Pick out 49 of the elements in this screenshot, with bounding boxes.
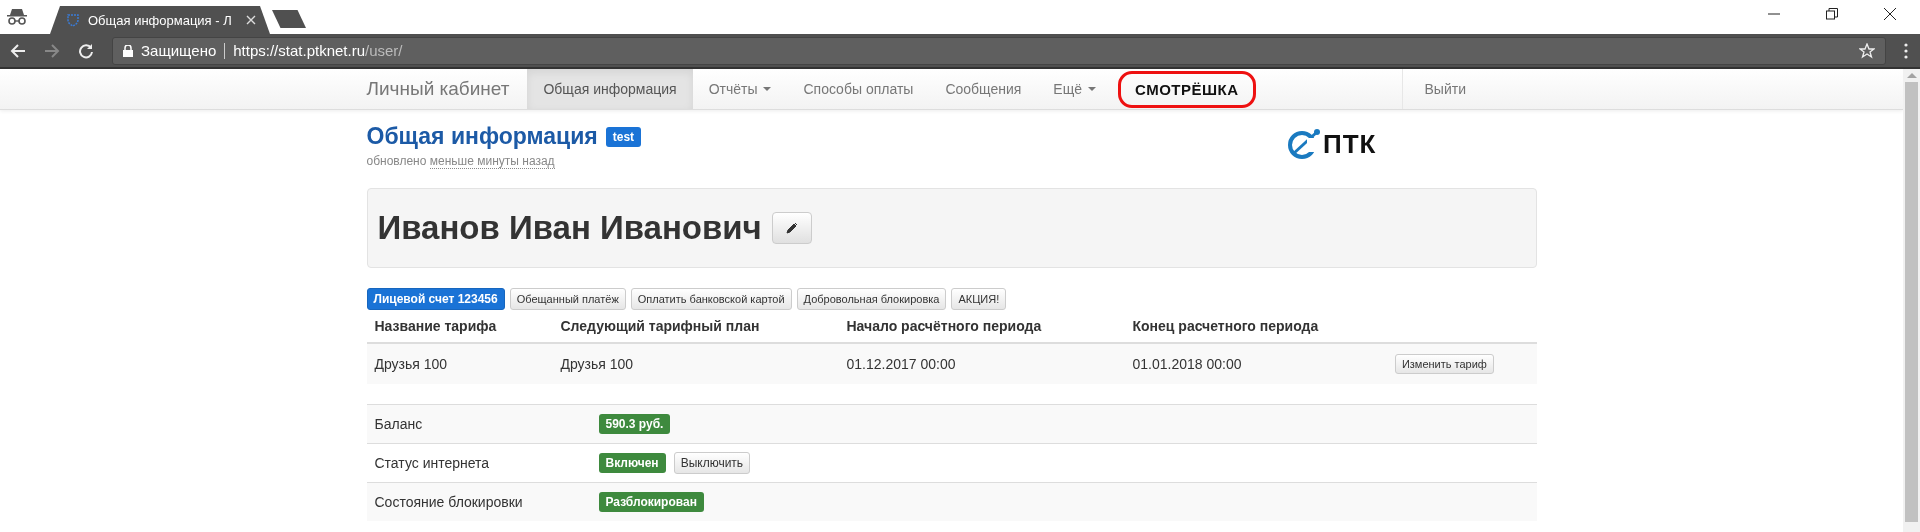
- account-button[interactable]: Обещанный платёж: [509, 288, 626, 310]
- browser-tab[interactable]: Общая информация - Л: [50, 6, 270, 34]
- test-label: test: [605, 126, 642, 147]
- ptk-logo-text: ПТК: [1323, 128, 1377, 160]
- security-label: Защищено: [141, 42, 217, 59]
- updated-time: меньше минуты назад: [429, 154, 555, 169]
- logout-link[interactable]: Выйти: [1401, 69, 1527, 109]
- info-label: Состояние блокировки: [366, 482, 591, 521]
- close-icon[interactable]: [1884, 8, 1896, 20]
- account-button[interactable]: Лицевой счет 123456: [366, 288, 505, 310]
- updated-label: обновлено: [366, 154, 427, 168]
- change-tariff-button[interactable]: Изменить тариф: [1394, 354, 1494, 374]
- address-bar[interactable]: Защищено https://stat.ptknet.ru/user/: [112, 36, 1886, 65]
- table-cell: Друзья 100: [552, 343, 839, 384]
- table-cell: 01.12.2017 00:00: [838, 343, 1125, 384]
- account-button[interactable]: Добровольная блокировка: [796, 288, 947, 310]
- back-icon[interactable]: [10, 42, 26, 59]
- orbit-icon: [1287, 128, 1322, 160]
- reload-icon[interactable]: [78, 42, 94, 59]
- star-icon[interactable]: [1859, 42, 1875, 59]
- shield-icon: [66, 13, 80, 27]
- nav-item[interactable]: Ещё: [1037, 69, 1112, 109]
- account-button[interactable]: АКЦИЯ!: [951, 288, 1007, 310]
- table-cell: 01.01.2018 00:00: [1124, 343, 1387, 384]
- menu-icon[interactable]: [1904, 42, 1908, 59]
- table-cell: Друзья 100: [366, 343, 553, 384]
- nav-item[interactable]: Отчёты: [692, 69, 788, 109]
- status-label: Включен: [598, 453, 666, 473]
- info-label: Баланс: [366, 404, 591, 444]
- customer-name: Иванов Иван Иванович: [377, 209, 762, 247]
- nav-item[interactable]: Общая информация: [527, 69, 693, 109]
- pencil-icon: [785, 222, 798, 234]
- incognito-icon: [6, 8, 28, 26]
- scrollbar[interactable]: [1903, 69, 1920, 532]
- restore-icon[interactable]: [1826, 8, 1838, 20]
- url-text: https://stat.ptknet.ru/user/: [233, 42, 403, 59]
- disable-button[interactable]: Выключить: [673, 452, 751, 474]
- nav-item[interactable]: Способы оплаты: [787, 69, 930, 109]
- tab-title: Общая информация - Л: [88, 12, 233, 28]
- lock-icon: [123, 44, 133, 57]
- edit-button[interactable]: [771, 212, 812, 244]
- status-label: 590.3 руб.: [598, 414, 671, 434]
- smotreshka-logo-link[interactable]: СМОТРЁШКА: [1118, 70, 1256, 108]
- account-button[interactable]: Оплатить банковской картой: [630, 288, 792, 310]
- brand-link[interactable]: Личный кабинет: [366, 69, 528, 109]
- nav-item[interactable]: Сообщения: [929, 69, 1038, 109]
- new-tab-button[interactable]: [272, 10, 306, 28]
- status-label: Разблокирован: [598, 492, 704, 512]
- page-title: Общая информация: [366, 123, 598, 150]
